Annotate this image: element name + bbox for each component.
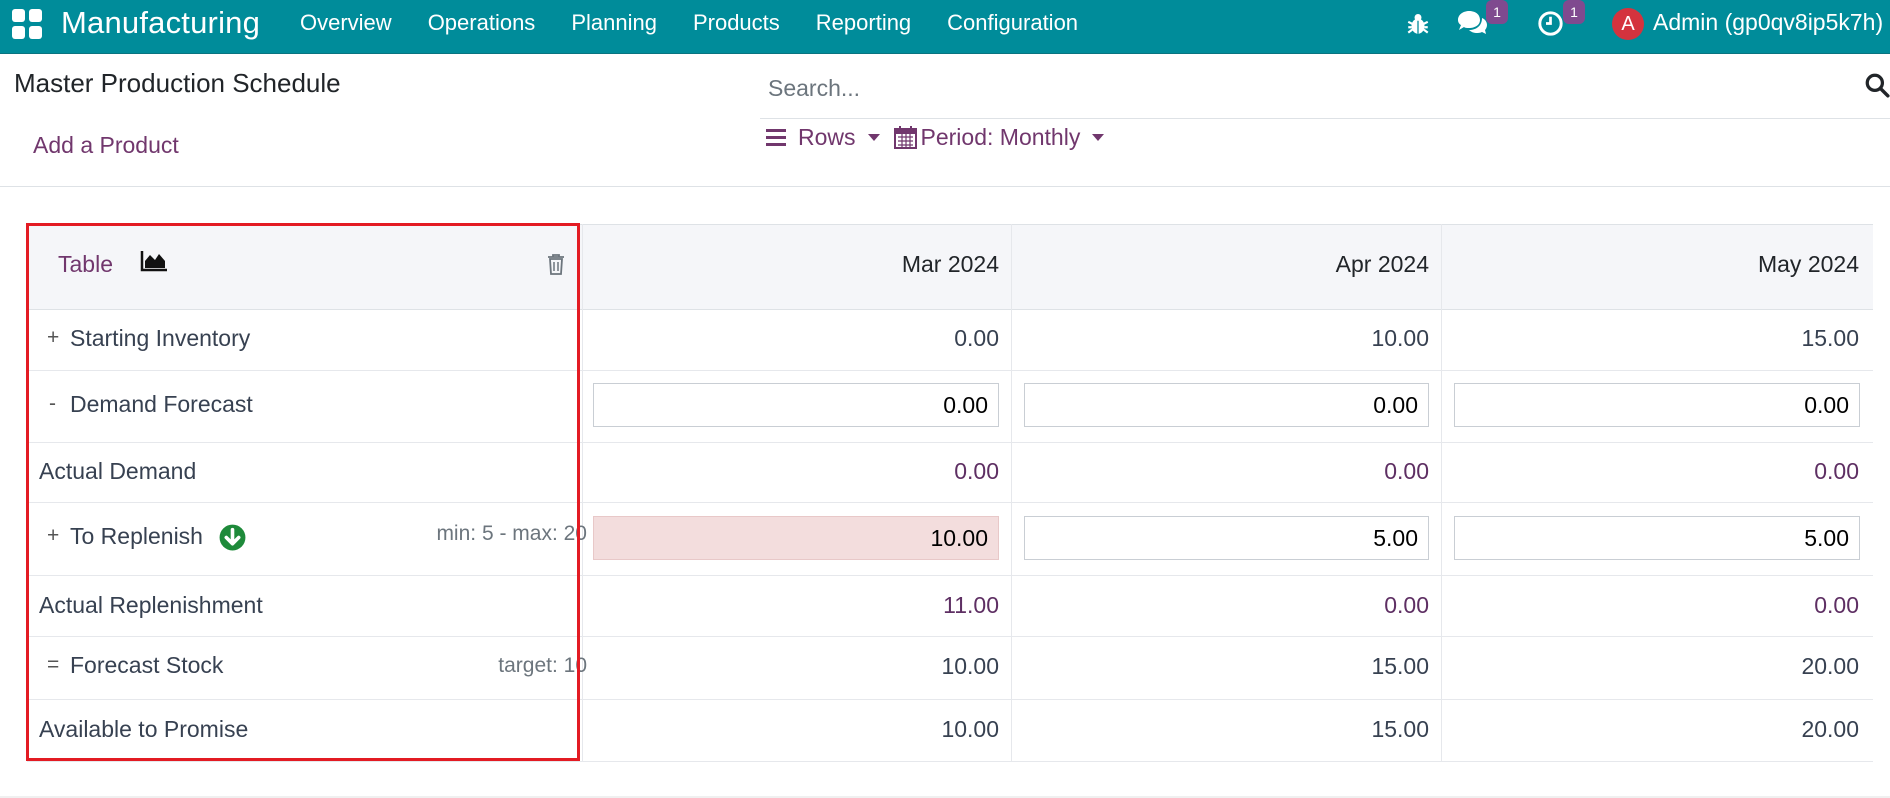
page-title: Master Production Schedule	[14, 68, 341, 98]
activity-clock-icon[interactable]	[1537, 10, 1564, 37]
demand-forecast-input[interactable]	[1024, 383, 1429, 427]
cell-value: 0.00	[954, 325, 999, 351]
messages-badge: 1	[1486, 0, 1508, 24]
top-navbar: Manufacturing Overview Operations Planni…	[0, 0, 1890, 54]
cell-value: 10.00	[1371, 325, 1429, 351]
user-avatar[interactable]: A	[1612, 8, 1644, 40]
search-input[interactable]	[760, 70, 1868, 106]
menu-reporting[interactable]: Reporting	[816, 10, 911, 36]
demand-forecast-input[interactable]	[1454, 383, 1860, 427]
cell-value-link[interactable]: 0.00	[1289, 458, 1429, 485]
app-name[interactable]: Manufacturing	[61, 5, 260, 41]
apps-menu-icon[interactable]	[12, 9, 44, 41]
search-icon[interactable]	[1864, 72, 1890, 98]
user-name[interactable]: Admin (gp0qv8ip5k7h)	[1653, 9, 1883, 36]
period-caret-icon	[1092, 133, 1105, 141]
menu-configuration[interactable]: Configuration	[947, 10, 1078, 36]
highlight-box	[26, 223, 580, 761]
menu-planning[interactable]: Planning	[571, 10, 657, 36]
menu-products[interactable]: Products	[693, 10, 780, 36]
messages-icon[interactable]	[1456, 9, 1488, 37]
period-dropdown[interactable]: Period: Monthly	[893, 123, 1105, 151]
cell-value-link[interactable]: 0.00	[1719, 592, 1859, 619]
rows-label: Rows	[798, 123, 856, 150]
debug-bug-icon[interactable]	[1405, 11, 1431, 37]
cell-value: 15.00	[1801, 325, 1859, 351]
view-options: Rows Period: Monthly	[766, 120, 1105, 154]
demand-forecast-input[interactable]	[593, 383, 999, 427]
cell-value: 15.00	[1371, 653, 1429, 679]
rows-dropdown[interactable]: Rows	[766, 124, 880, 151]
calendar-icon	[893, 126, 917, 149]
activities-badge: 1	[1563, 0, 1585, 24]
column-apr-2024: Apr 2024	[1335, 251, 1429, 277]
search-bar	[760, 70, 1890, 119]
add-product-button[interactable]: Add a Product	[33, 132, 179, 159]
cell-value-link[interactable]: 0.00	[1719, 458, 1859, 485]
cell-value: 15.00	[1371, 716, 1429, 742]
period-label: Period: Monthly	[920, 123, 1081, 150]
cell-value: 20.00	[1801, 653, 1859, 679]
cell-value-link[interactable]: 11.00	[859, 592, 999, 619]
control-panel-divider	[0, 186, 1890, 187]
cell-value: 10.00	[941, 653, 999, 679]
menu-operations[interactable]: Operations	[428, 10, 536, 36]
column-mar-2024: Mar 2024	[901, 251, 999, 277]
to-replenish-input[interactable]	[593, 516, 999, 560]
rows-list-icon	[766, 129, 786, 146]
column-may-2024: May 2024	[1757, 251, 1859, 277]
main-menu: Overview Operations Planning Products Re…	[300, 0, 1114, 46]
cell-value: 20.00	[1801, 716, 1859, 742]
to-replenish-input[interactable]	[1454, 516, 1860, 560]
rows-caret-icon	[867, 133, 880, 141]
menu-overview[interactable]: Overview	[300, 10, 392, 36]
cell-value-link[interactable]: 0.00	[1289, 592, 1429, 619]
cell-value: 10.00	[941, 716, 999, 742]
to-replenish-input[interactable]	[1024, 516, 1429, 560]
cell-value-link[interactable]: 0.00	[859, 458, 999, 485]
